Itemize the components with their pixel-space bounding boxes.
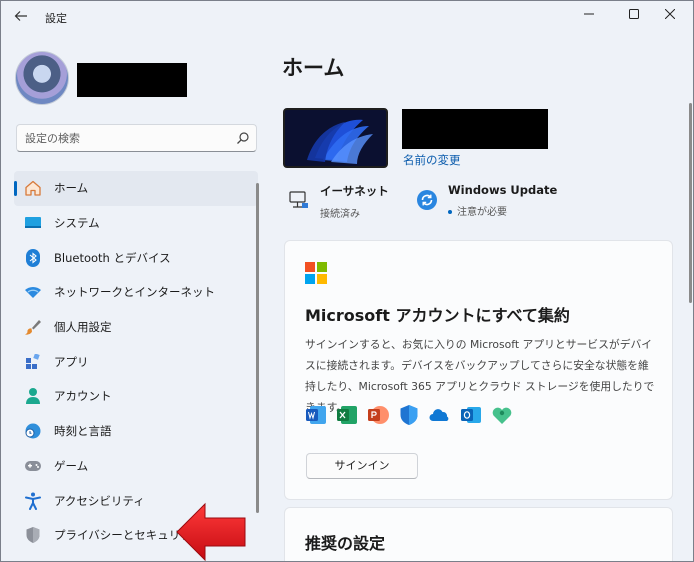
- close-icon: [664, 8, 676, 20]
- ethernet-title: イーサネット: [320, 184, 389, 198]
- home-icon: [23, 178, 43, 198]
- excel-icon: [337, 406, 357, 424]
- powerpoint-icon: [368, 406, 389, 424]
- active-indicator: [14, 181, 17, 196]
- main-content: ホーム 名前の変更 イーサネット 接続済み Windows Update 注意が…: [263, 33, 693, 561]
- rename-link[interactable]: 名前の変更: [403, 152, 461, 168]
- sidebar-item-label: Bluetooth とデバイス: [54, 250, 171, 265]
- search-icon[interactable]: [236, 131, 250, 145]
- maximize-button[interactable]: [619, 5, 649, 27]
- sidebar-item-system[interactable]: システム: [14, 206, 258, 241]
- signin-button[interactable]: サインイン: [306, 453, 418, 479]
- search-input[interactable]: [25, 130, 225, 146]
- sidebar-item-label: アカウント: [54, 389, 112, 404]
- windows-update-status[interactable]: Windows Update 注意が必要: [416, 183, 557, 218]
- main-scrollbar[interactable]: [689, 103, 692, 303]
- time-language-icon: [23, 421, 43, 441]
- settings-window: 設定 ホーム: [0, 0, 694, 562]
- sidebar-item-label: システム: [54, 216, 100, 231]
- sidebar-item-personalization[interactable]: 個人用設定: [14, 310, 258, 345]
- ethernet-subtitle: 接続済み: [320, 209, 360, 220]
- search-box[interactable]: [16, 124, 257, 152]
- family-icon: [492, 407, 512, 424]
- system-icon: [23, 213, 43, 233]
- gamepad-icon: [23, 456, 43, 476]
- sidebar-item-bluetooth[interactable]: Bluetooth とデバイス: [14, 240, 258, 275]
- sidebar-nav: ホーム システム Bluetooth とデバイス ネットワークとインターネット: [14, 171, 258, 553]
- maximize-icon: [629, 9, 639, 19]
- ethernet-status[interactable]: イーサネット 接続済み: [288, 183, 389, 220]
- windows-update-icon: [417, 190, 437, 210]
- sidebar-item-label: ゲーム: [54, 458, 89, 473]
- red-arrow-annotation: [176, 502, 246, 561]
- sidebar-item-apps[interactable]: アプリ: [14, 344, 258, 379]
- windows-update-title: Windows Update: [448, 183, 558, 197]
- sidebar-item-accounts[interactable]: アカウント: [14, 379, 258, 414]
- app-title: 設定: [45, 12, 67, 25]
- minimize-button[interactable]: [574, 5, 604, 27]
- page-title: ホーム: [282, 56, 345, 80]
- sidebar-scrollbar[interactable]: [256, 183, 259, 513]
- close-button[interactable]: [655, 5, 685, 27]
- recommended-settings-title: 推奨の設定: [305, 534, 386, 553]
- user-name-redacted: [77, 63, 187, 97]
- microsoft-logo-icon: [305, 262, 327, 284]
- accessibility-icon: [23, 491, 43, 511]
- sidebar-item-label: アクセシビリティ: [54, 493, 145, 508]
- app-icon-row: [305, 404, 522, 426]
- apps-icon: [23, 352, 43, 372]
- network-icon: [23, 282, 43, 302]
- outlook-icon: [461, 407, 481, 423]
- minimize-icon: [584, 13, 594, 15]
- sidebar-item-label: ホーム: [54, 181, 89, 196]
- microsoft-account-card: Microsoft アカウントにすべて集約 サインインすると、お気に入りの Mi…: [284, 240, 673, 500]
- bluetooth-icon: [23, 248, 43, 268]
- avatar[interactable]: [15, 51, 69, 105]
- sidebar-item-gaming[interactable]: ゲーム: [14, 449, 258, 484]
- sidebar-item-label: 時刻と言語: [54, 424, 112, 439]
- recommended-settings-card: 推奨の設定: [284, 507, 673, 561]
- attention-dot: [448, 210, 452, 214]
- windows-update-subtitle: 注意が必要: [448, 203, 557, 218]
- sidebar-item-time-language[interactable]: 時刻と言語: [14, 414, 258, 449]
- account-icon: [23, 386, 43, 406]
- sidebar-item-label: 個人用設定: [54, 320, 112, 335]
- brush-icon: [23, 317, 43, 337]
- title-bar: 設定: [1, 1, 693, 33]
- word-icon: [306, 406, 326, 424]
- windows-update-sub-text: 注意が必要: [457, 207, 507, 218]
- ethernet-icon: [289, 191, 308, 208]
- back-arrow-icon: [14, 11, 27, 21]
- sidebar-item-label: ネットワークとインターネット: [54, 285, 215, 300]
- sidebar: ホーム システム Bluetooth とデバイス ネットワークとインターネット: [1, 33, 263, 561]
- back-button[interactable]: [11, 9, 31, 25]
- shield-icon: [23, 525, 43, 545]
- card-title: Microsoft アカウントにすべて集約: [305, 306, 570, 325]
- windows-bloom-image: [285, 110, 386, 166]
- sidebar-item-home[interactable]: ホーム: [14, 171, 258, 206]
- device-thumbnail: [283, 108, 388, 168]
- sidebar-item-network[interactable]: ネットワークとインターネット: [14, 275, 258, 310]
- sidebar-item-label: アプリ: [54, 354, 89, 369]
- device-name-redacted: [402, 109, 548, 149]
- onedrive-icon: [429, 409, 449, 421]
- defender-icon: [400, 405, 418, 425]
